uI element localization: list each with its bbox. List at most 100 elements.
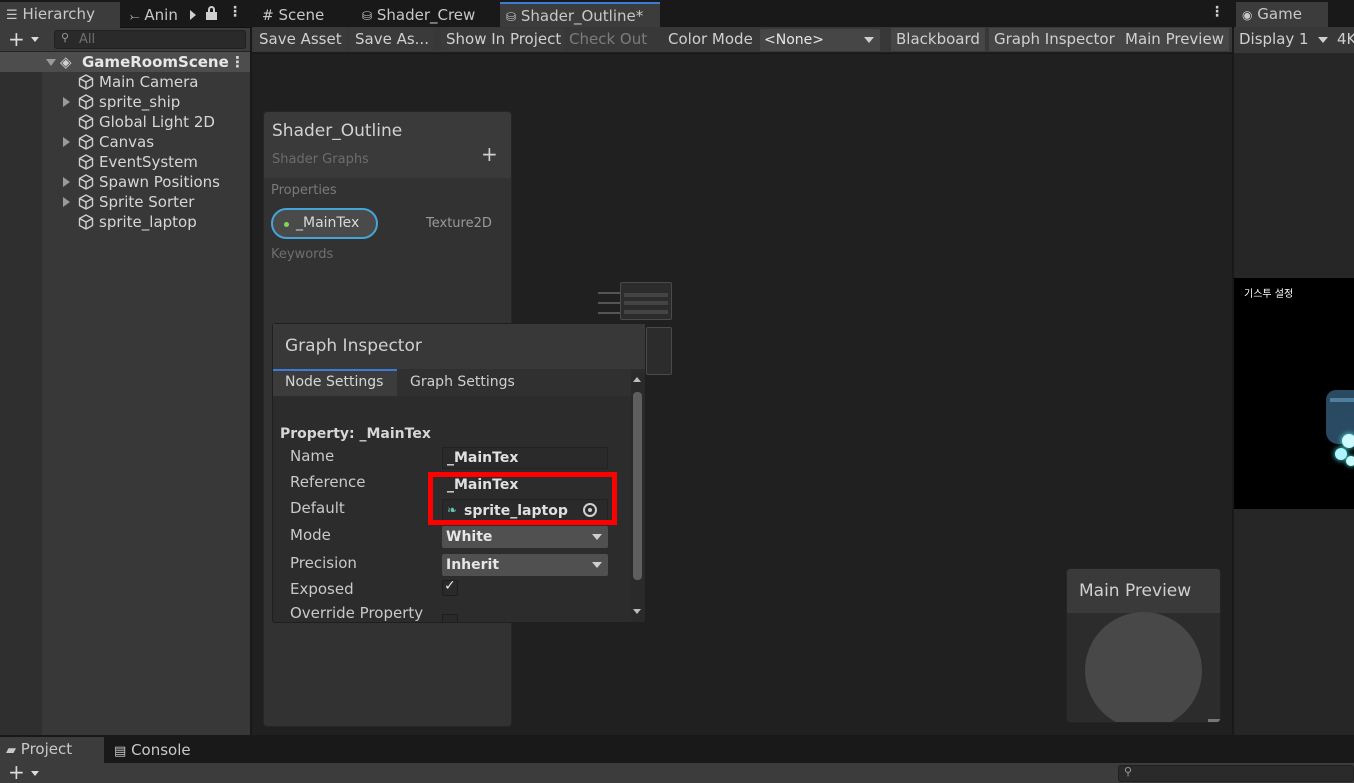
graph-inspector-title: Graph Inspector bbox=[285, 336, 422, 356]
hierarchy-item[interactable]: sprite_laptop bbox=[0, 212, 250, 232]
gameobject-cube-icon bbox=[78, 154, 94, 170]
project-search-input[interactable]: ⚲ bbox=[1118, 765, 1354, 782]
name-label: Name bbox=[290, 447, 335, 465]
resolution-dropdown[interactable]: 4K bbox=[1337, 30, 1354, 48]
expand-arrow-icon[interactable] bbox=[63, 137, 70, 147]
project-add-chevron-icon[interactable] bbox=[31, 771, 39, 776]
override-property-checkbox[interactable] bbox=[442, 614, 458, 622]
property-dot-icon bbox=[284, 222, 289, 227]
hierarchy-item[interactable]: sprite_ship bbox=[0, 92, 250, 112]
editor-more-icon[interactable]: ⋮ bbox=[1210, 4, 1224, 20]
override-property-label: Override Property bbox=[290, 604, 424, 622]
tab-hierarchy[interactable]: ☰ Hierarchy bbox=[0, 2, 120, 28]
chevron-down-icon bbox=[592, 562, 602, 568]
hierarchy-item-label: sprite_ship bbox=[99, 93, 181, 111]
shader-graph-icon: ⛁ bbox=[506, 10, 517, 24]
project-add-button[interactable]: + bbox=[8, 760, 25, 783]
precision-dropdown[interactable]: Inherit bbox=[442, 554, 608, 576]
glow-orb bbox=[1346, 456, 1354, 466]
exposed-checkbox[interactable]: ✓ bbox=[442, 578, 458, 596]
hierarchy-more-icon[interactable]: ⋮ bbox=[228, 4, 242, 20]
tab-game[interactable]: ◉ Game bbox=[1236, 2, 1328, 28]
color-mode-label: Color Mode bbox=[668, 30, 753, 48]
main-preview-panel[interactable]: Main Preview bbox=[1066, 568, 1221, 723]
tab-scroll-right-icon[interactable] bbox=[190, 10, 196, 20]
hierarchy-item[interactable]: Sprite Sorter bbox=[0, 192, 250, 212]
resize-handle[interactable] bbox=[1208, 719, 1220, 722]
graph-node[interactable] bbox=[646, 327, 672, 375]
property-name: _MainTex bbox=[296, 215, 360, 231]
scrollbar-thumb[interactable] bbox=[633, 392, 642, 580]
gameobject-cube-icon bbox=[78, 134, 94, 150]
hierarchy-item-label: Sprite Sorter bbox=[99, 193, 195, 211]
tab-shader-outline[interactable]: ⛁ Shader_Outline* bbox=[500, 2, 660, 28]
hierarchy-item[interactable]: Global Light 2D bbox=[0, 112, 250, 132]
precision-label: Precision bbox=[290, 554, 357, 572]
glow-orb bbox=[1342, 434, 1354, 448]
hierarchy-item[interactable]: Spawn Positions bbox=[0, 172, 250, 192]
hierarchy-tab-label: Hierarchy bbox=[22, 5, 95, 23]
color-mode-dropdown[interactable]: <None> bbox=[760, 29, 880, 51]
hierarchy-list-icon: ☰ bbox=[6, 8, 18, 23]
tab-console[interactable]: ▤ Console bbox=[108, 737, 208, 763]
save-as-button[interactable]: Save As... bbox=[350, 28, 434, 51]
gameobject-cube-icon bbox=[78, 214, 94, 230]
hierarchy-item[interactable]: EventSystem bbox=[0, 152, 250, 172]
main-preview-toggle-button[interactable]: Main Preview bbox=[1120, 28, 1229, 51]
tab-scene[interactable]: # Scene bbox=[256, 2, 352, 28]
hierarchy-item[interactable]: Canvas bbox=[0, 132, 250, 152]
preview-sphere[interactable] bbox=[1085, 612, 1202, 722]
add-property-button[interactable]: + bbox=[481, 142, 498, 166]
top-tab-bar bbox=[0, 0, 1354, 28]
check-out-button[interactable]: Check Out bbox=[564, 28, 653, 51]
hierarchy-item[interactable]: Main Camera bbox=[0, 72, 250, 92]
hierarchy-search-input[interactable]: ⚲ All bbox=[54, 30, 246, 49]
expand-arrow-icon[interactable] bbox=[63, 97, 70, 107]
glow-orb bbox=[1335, 448, 1347, 460]
checkmark-icon: ✓ bbox=[444, 578, 456, 594]
display-dropdown[interactable]: Display 1 bbox=[1234, 29, 1330, 51]
console-icon: ▤ bbox=[114, 744, 127, 759]
expand-arrow-icon[interactable] bbox=[63, 197, 70, 207]
chevron-down-icon bbox=[1318, 37, 1328, 43]
show-in-project-button[interactable]: Show In Project bbox=[441, 28, 567, 51]
scroll-up-icon[interactable] bbox=[633, 377, 641, 382]
gameobject-cube-icon bbox=[78, 194, 94, 210]
gameobject-cube-icon bbox=[78, 174, 94, 190]
blackboard-subtitle: Shader Graphs bbox=[272, 152, 369, 167]
game-overlay-text: 기스투 설정 bbox=[1244, 289, 1294, 300]
graph-node[interactable] bbox=[620, 282, 672, 320]
hierarchy-item-label: Spawn Positions bbox=[99, 173, 220, 191]
scene-name: GameRoomScene bbox=[82, 53, 229, 71]
gameobject-cube-icon bbox=[78, 94, 94, 110]
tab-graph-settings[interactable]: Graph Settings bbox=[397, 369, 527, 396]
scene-grid-icon: # bbox=[262, 8, 274, 24]
property-pill-maintex[interactable]: _MainTex bbox=[271, 208, 378, 239]
tab-shader-crew[interactable]: ⛁ Shader_Crew bbox=[356, 2, 498, 28]
save-asset-button[interactable]: Save Asset bbox=[254, 28, 347, 51]
reference-label: Reference bbox=[290, 473, 366, 491]
name-field[interactable]: _MainTex bbox=[442, 447, 608, 469]
properties-header: Properties bbox=[271, 183, 337, 198]
add-dropdown-chevron-icon[interactable] bbox=[31, 37, 39, 42]
game-viewport[interactable]: 기스투 설정 bbox=[1234, 278, 1354, 509]
scene-more-icon[interactable]: ⋮ bbox=[230, 52, 245, 72]
expand-arrow-icon[interactable] bbox=[46, 59, 56, 66]
keywords-header: Keywords bbox=[271, 247, 334, 262]
gameobject-cube-icon bbox=[78, 114, 94, 130]
tab-animation[interactable]: ⤚ Anin bbox=[124, 2, 196, 28]
blackboard-toggle-button[interactable]: Blackboard bbox=[891, 28, 985, 51]
graph-inspector-toggle-button[interactable]: Graph Inspector bbox=[989, 28, 1120, 51]
inspector-scrollbar[interactable] bbox=[631, 372, 645, 622]
mode-dropdown[interactable]: White bbox=[442, 526, 608, 548]
highlight-box bbox=[428, 472, 617, 525]
lock-icon[interactable] bbox=[206, 6, 217, 20]
scroll-down-icon[interactable] bbox=[633, 609, 641, 614]
tab-node-settings[interactable]: Node Settings bbox=[273, 369, 397, 396]
animation-icon: ⤚ bbox=[130, 9, 140, 23]
add-object-button[interactable]: + bbox=[8, 28, 25, 50]
scene-row[interactable]: ◈ GameRoomScene ⋮ bbox=[0, 52, 250, 72]
expand-arrow-icon[interactable] bbox=[63, 177, 70, 187]
gameobject-cube-icon bbox=[78, 74, 94, 90]
hierarchy-item-label: sprite_laptop bbox=[99, 213, 197, 231]
